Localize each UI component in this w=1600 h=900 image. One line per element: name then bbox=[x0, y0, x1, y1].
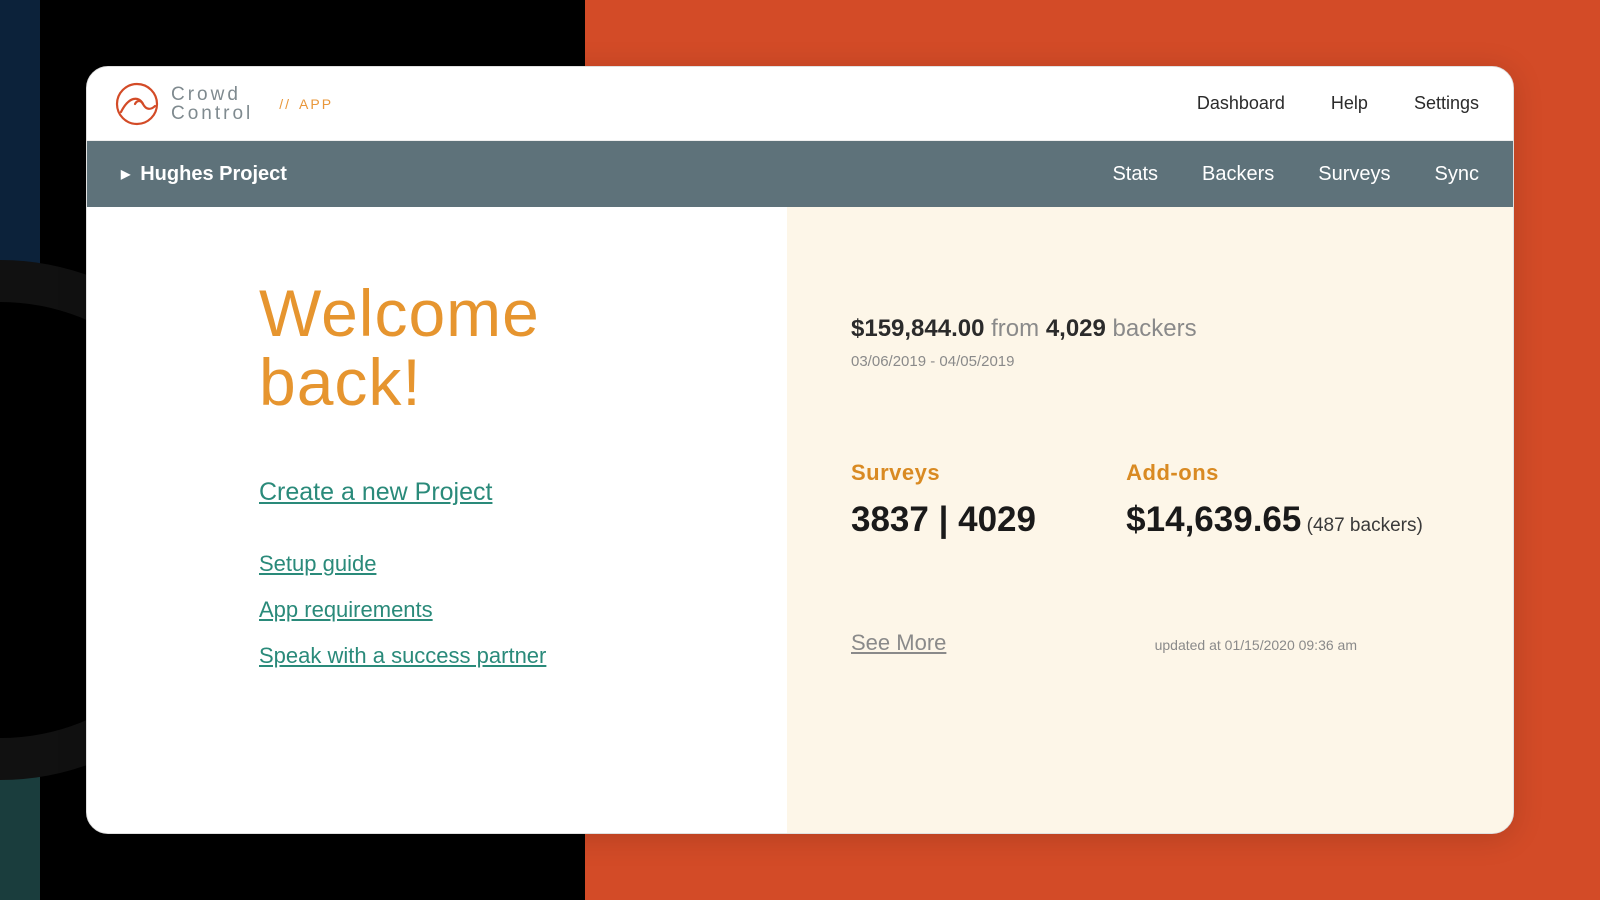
project-nav: Stats Backers Surveys Sync bbox=[1112, 163, 1479, 186]
stats-footer: See More updated at 01/15/2020 09:36 am bbox=[851, 630, 1457, 656]
tab-sync[interactable]: Sync bbox=[1435, 163, 1479, 186]
stats-row: Surveys 3837 | 4029 Add-ons $14,639.65 (… bbox=[851, 460, 1457, 540]
tab-surveys[interactable]: Surveys bbox=[1318, 163, 1390, 186]
welcome-line1: Welcome bbox=[259, 276, 540, 350]
stat-surveys: Surveys 3837 | 4029 bbox=[851, 460, 1070, 540]
welcome-heading: Welcome back! bbox=[259, 279, 747, 418]
top-nav: Dashboard Help Settings bbox=[1197, 93, 1479, 114]
brand-line2: Control bbox=[171, 104, 253, 123]
stat-addons-value: $14,639.65 (487 backers) bbox=[1126, 500, 1457, 540]
stat-surveys-label: Surveys bbox=[851, 460, 1070, 486]
brand-sublabel: // APP bbox=[279, 96, 333, 112]
app-requirements-link[interactable]: App requirements bbox=[259, 597, 747, 623]
caret-right-icon: ▶ bbox=[121, 167, 130, 181]
stat-addons-label: Add-ons bbox=[1126, 460, 1457, 486]
nav-help[interactable]: Help bbox=[1331, 93, 1368, 114]
funding-amount: $159,844.00 bbox=[851, 315, 984, 342]
brand-name: Crowd Control bbox=[171, 85, 253, 123]
stats-pane: $159,844.00 from 4,029 backers 03/06/201… bbox=[787, 207, 1513, 833]
nav-dashboard[interactable]: Dashboard bbox=[1197, 93, 1285, 114]
welcome-pane: Welcome back! Create a new Project Setup… bbox=[87, 207, 787, 833]
brand: Crowd Control // APP bbox=[115, 82, 333, 126]
funding-summary: $159,844.00 from 4,029 backers bbox=[851, 315, 1457, 343]
app-window: Crowd Control // APP Dashboard Help Setti… bbox=[86, 66, 1514, 834]
from-word: from bbox=[984, 315, 1045, 342]
project-selector[interactable]: ▶ Hughes Project bbox=[121, 163, 287, 186]
stat-surveys-value: 3837 | 4029 bbox=[851, 500, 1070, 540]
backers-word: backers bbox=[1106, 315, 1197, 342]
project-bar: ▶ Hughes Project Stats Backers Surveys S… bbox=[87, 141, 1513, 207]
campaign-date-range: 03/06/2019 - 04/05/2019 bbox=[851, 353, 1457, 370]
content: Welcome back! Create a new Project Setup… bbox=[87, 207, 1513, 833]
wave-logo-icon bbox=[115, 82, 159, 126]
brand-slashes: // bbox=[279, 96, 291, 112]
updated-timestamp: updated at 01/15/2020 09:36 am bbox=[1155, 637, 1357, 653]
backers-count: 4,029 bbox=[1046, 315, 1106, 342]
speak-partner-link[interactable]: Speak with a success partner bbox=[259, 643, 747, 669]
nav-settings[interactable]: Settings bbox=[1414, 93, 1479, 114]
top-bar: Crowd Control // APP Dashboard Help Setti… bbox=[87, 67, 1513, 141]
tab-backers[interactable]: Backers bbox=[1202, 163, 1274, 186]
tab-stats[interactable]: Stats bbox=[1112, 163, 1158, 186]
addons-amount: $14,639.65 bbox=[1126, 500, 1301, 539]
brand-app-word: APP bbox=[299, 96, 333, 112]
addons-backers: (487 backers) bbox=[1301, 515, 1422, 536]
create-project-link[interactable]: Create a new Project bbox=[259, 478, 747, 507]
project-name: Hughes Project bbox=[140, 163, 287, 186]
setup-guide-link[interactable]: Setup guide bbox=[259, 551, 747, 577]
see-more-link[interactable]: See More bbox=[851, 630, 946, 656]
brand-line1: Crowd bbox=[171, 85, 253, 104]
welcome-line2: back! bbox=[259, 345, 422, 419]
stat-addons: Add-ons $14,639.65 (487 backers) bbox=[1126, 460, 1457, 540]
